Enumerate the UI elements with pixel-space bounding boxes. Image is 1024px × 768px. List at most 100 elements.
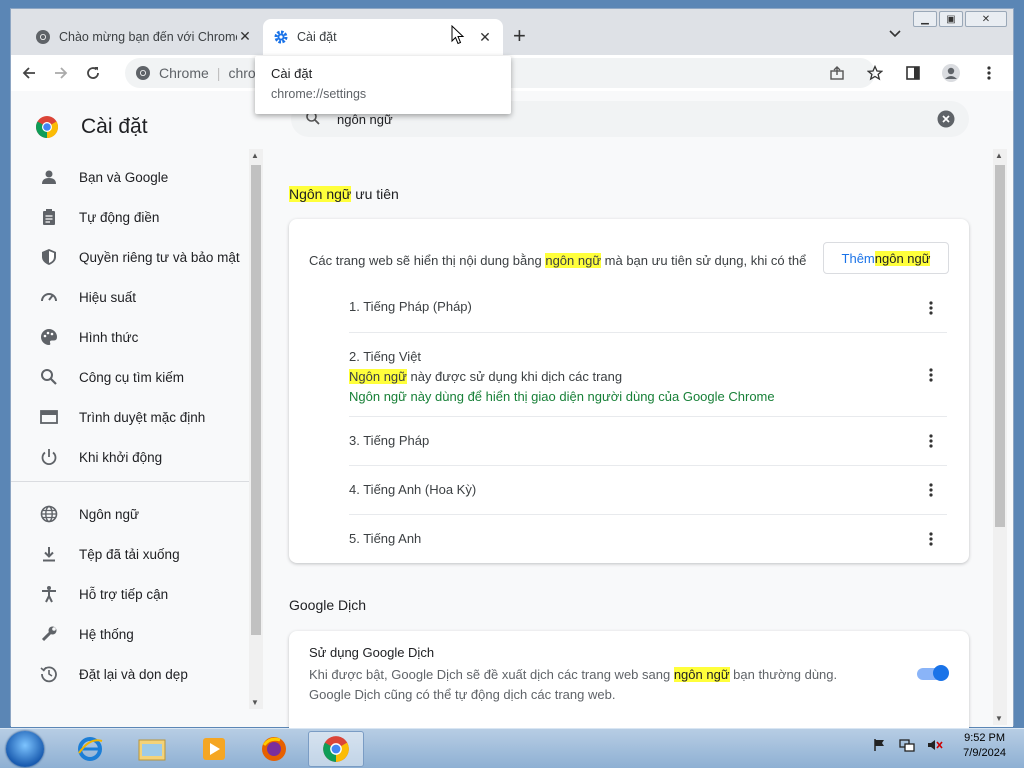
sidebar-item-label: Hệ thống (79, 626, 134, 642)
back-button[interactable] (15, 59, 43, 87)
language-row: 4. Tiếng Anh (Hoa Kỳ) (349, 466, 947, 515)
taskbar-clock[interactable]: 9:52 PM 7/9/2024 (963, 731, 1006, 761)
sidebar-item-label: Quyền riêng tư và bảo mật (79, 249, 240, 265)
browser-icon (39, 407, 59, 427)
start-button[interactable] (6, 731, 44, 767)
more-options-icon[interactable] (923, 300, 939, 316)
section-title-languages: Ngôn ngữ ưu tiên (289, 186, 399, 202)
close-tab-icon[interactable]: ✕ (477, 29, 493, 46)
clock-date: 7/9/2024 (963, 747, 1006, 759)
settings-gear-icon (273, 29, 289, 45)
sidebar-item-label: Hình thức (79, 329, 139, 345)
translate-toggle[interactable] (917, 665, 949, 681)
settings-main: Ngôn ngữ ưu tiên Các trang web sẽ hiển t… (281, 149, 991, 741)
sidebar-item-label: Khi khởi động (79, 449, 163, 465)
speedometer-icon (39, 287, 59, 307)
sidebar-item-reset-cleanup[interactable]: Đặt lại và dọn dẹp (11, 654, 251, 694)
network-icon[interactable] (899, 738, 915, 755)
sidebar-item-appearance[interactable]: Hình thức (11, 317, 251, 357)
omnibox-separator: | (216, 65, 221, 81)
add-language-button[interactable]: Thêm ngôn ngữ (823, 242, 949, 274)
download-icon (39, 544, 59, 564)
new-tab-button[interactable]: + (513, 25, 526, 47)
sidebar-item-performance[interactable]: Hiệu suất (11, 277, 251, 317)
toolbar-actions (823, 59, 1003, 87)
sidebar-item-downloads[interactable]: Tệp đã tải xuống (11, 534, 251, 574)
clipboard-icon (39, 207, 59, 227)
highlight: ngôn ngữ (673, 667, 730, 682)
more-options-icon[interactable] (923, 482, 939, 498)
scroll-up-arrow-icon[interactable]: ▲ (251, 151, 259, 160)
language-name: 5. Tiếng Anh (349, 531, 422, 546)
mouse-cursor-icon (451, 24, 465, 48)
share-icon[interactable] (823, 59, 851, 87)
clear-search-icon[interactable] (937, 110, 955, 128)
sidebar-item-label: Tự động điền (79, 209, 160, 225)
more-options-icon[interactable] (923, 367, 939, 383)
highlight: Ngôn ngữ (349, 369, 407, 384)
flag-icon[interactable] (873, 738, 887, 755)
scroll-down-arrow-icon[interactable]: ▼ (995, 714, 1003, 723)
scrollbar-thumb[interactable] (995, 165, 1005, 527)
languages-description: Các trang web sẽ hiển thị nội dung bằng … (309, 253, 806, 268)
sidebar-item-you-and-google[interactable]: Bạn và Google (11, 157, 251, 197)
sidebar-item-autofill[interactable]: Tự động điền (11, 197, 251, 237)
sidebar-item-label: Công cụ tìm kiếm (79, 369, 185, 385)
translate-setting-label: Sử dụng Google Dịch (309, 645, 435, 660)
settings-page: Cài đặt ngôn ngữ Bạn và Google Tự động đ… (11, 91, 1013, 741)
clock-time: 9:52 PM (964, 732, 1006, 744)
system-tray: 9:52 PM 7/9/2024 (873, 731, 1006, 761)
tab-title: Cài đặt (297, 30, 337, 44)
desc-text: mà bạn ưu tiên sử dụng, khi có thể (601, 253, 807, 268)
person-icon (39, 167, 59, 187)
tab-welcome[interactable]: Chào mừng bạn đến với Chrome ✕ (25, 19, 263, 54)
volume-muted-icon[interactable] (927, 738, 943, 755)
ui-language-note: Ngôn ngữ này dùng để hiển thị giao diện … (349, 389, 775, 404)
settings-sidebar: Bạn và Google Tự động điền Quyền riêng t… (11, 149, 251, 711)
sidebar-item-languages[interactable]: Ngôn ngữ (11, 494, 251, 534)
media-player-icon[interactable] (186, 731, 242, 767)
sidebar-item-on-startup[interactable]: Khi khởi động (11, 437, 251, 477)
highlight: ngôn ngữ (545, 253, 602, 268)
page-title: Cài đặt (81, 115, 148, 138)
sidebar-item-system[interactable]: Hệ thống (11, 614, 251, 654)
sidebar-scrollbar[interactable]: ▲ ▼ (249, 149, 263, 709)
sidebar-item-accessibility[interactable]: Hỗ trợ tiếp cận (11, 574, 251, 614)
scrollbar-thumb[interactable] (251, 165, 261, 635)
button-text: Thêm (841, 250, 875, 266)
file-explorer-icon[interactable] (124, 731, 180, 767)
languages-card: Các trang web sẽ hiển thị nội dung bằng … (289, 219, 969, 563)
scroll-down-arrow-icon[interactable]: ▼ (251, 698, 259, 707)
firefox-icon[interactable] (246, 731, 302, 767)
bookmark-star-icon[interactable] (861, 59, 889, 87)
more-options-icon[interactable] (923, 531, 939, 547)
tab-search-chevron-icon[interactable] (889, 27, 901, 41)
sidebar-item-label: Ngôn ngữ (79, 506, 140, 522)
main-scrollbar[interactable]: ▲ ▼ (993, 149, 1007, 725)
language-row: 1. Tiếng Pháp (Pháp) (349, 283, 947, 333)
power-icon (39, 447, 59, 467)
menu-kebab-icon[interactable] (975, 59, 1003, 87)
close-tab-icon[interactable]: ✕ (237, 28, 253, 45)
internet-explorer-icon[interactable] (62, 731, 118, 767)
sidebar-item-default-browser[interactable]: Trình duyệt mặc định (11, 397, 251, 437)
language-name: 1. Tiếng Pháp (Pháp) (349, 299, 472, 314)
more-options-icon[interactable] (923, 433, 939, 449)
scroll-up-arrow-icon[interactable]: ▲ (995, 151, 1003, 160)
profile-avatar-icon[interactable] (937, 59, 965, 87)
desc-text: Các trang web sẽ hiển thị nội dung bằng (309, 253, 546, 268)
globe-icon (39, 504, 59, 524)
chrome-window: ▁ ▣ ✕ Chào mừng bạn đến với Chrome ✕ Cài… (10, 8, 1014, 741)
forward-button[interactable] (47, 59, 75, 87)
side-panel-icon[interactable] (899, 59, 927, 87)
chrome-icon (135, 65, 151, 81)
section-title-rest: ưu tiên (351, 186, 399, 202)
toolbar: Chrome | chrome://settings (11, 55, 1013, 91)
sidebar-item-privacy-security[interactable]: Quyền riêng tư và bảo mật (11, 237, 251, 277)
chrome-taskbar-icon[interactable] (308, 731, 364, 767)
reload-button[interactable] (79, 59, 107, 87)
tab-settings[interactable]: Cài đặt ✕ (263, 19, 503, 55)
sidebar-item-search-engine[interactable]: Công cụ tìm kiếm (11, 357, 251, 397)
sidebar-item-label: Hiệu suất (79, 289, 137, 305)
toggle-knob (933, 665, 949, 681)
